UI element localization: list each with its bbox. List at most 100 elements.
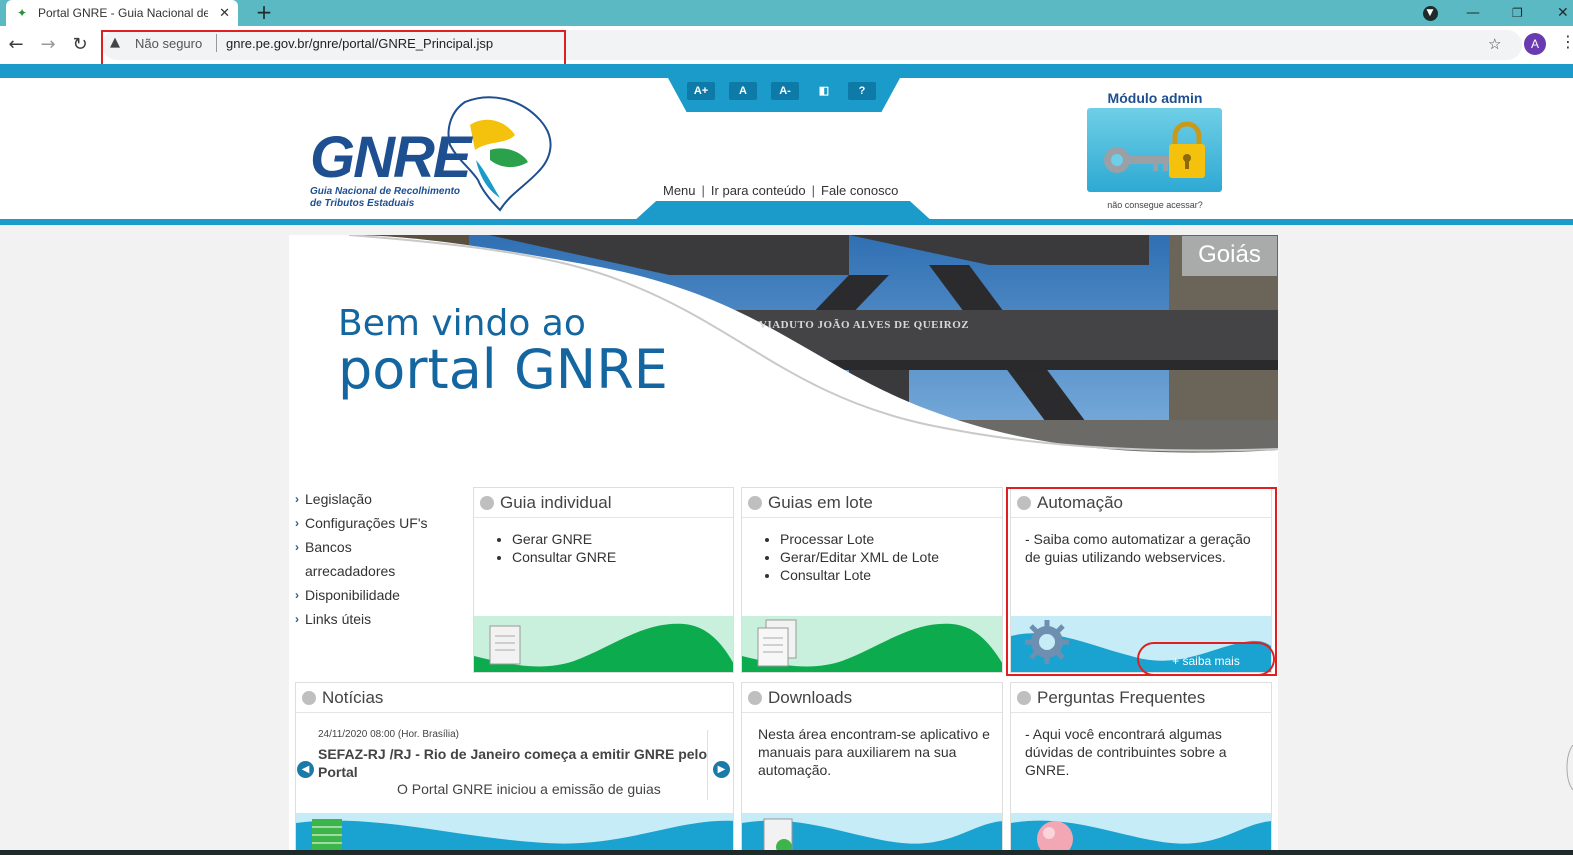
sidebar-menu: › Legislação › Configurações UF's › Bancos … [295,487,465,631]
green-wave [474,616,733,672]
sidebar-item-label: arrecadadores [305,563,396,579]
card-title: Guias em lote [768,492,873,512]
nav-separator: | [811,183,815,198]
card-title: Downloads [768,687,853,707]
sidebar-item-links[interactable]: › Links úteis [295,607,465,631]
sidebar-item-bancos[interactable]: › Bancos [295,535,465,559]
card-header: Guia individual [474,488,733,518]
state-label: Goiás [1182,236,1277,276]
header-top-strip [0,64,1573,78]
nav-contact-link[interactable]: Fale conosco [821,183,898,198]
card-header: Guias em lote [742,488,1002,518]
card-title: Perguntas Frequentes [1037,687,1206,707]
sidebar-item-configuracoes[interactable]: › Configurações UF's [295,511,465,535]
link-gerar-xml-lote[interactable]: Gerar/Editar XML de Lote [780,548,992,566]
card-header: Perguntas Frequentes [1011,683,1271,713]
news-summary: O Portal GNRE iniciou a emissão de guias [397,781,661,797]
link-processar-lote[interactable]: Processar Lote [780,530,992,548]
bullet-icon [748,690,762,705]
sidebar-item-label: Legislação [305,491,372,507]
sidebar-item-disponibilidade[interactable]: › Disponibilidade [295,583,465,607]
sidebar-item-legislacao[interactable]: › Legislação [295,487,465,511]
window-minimize-button[interactable]: — [1466,0,1480,26]
logo-subtitle-line2: de Tributos Estaduais [310,198,415,209]
profile-avatar[interactable]: A [1524,33,1546,55]
bookmark-star-icon[interactable]: ☆ [1488,35,1501,53]
forward-arrow-icon[interactable]: → [36,33,60,57]
chevron-right-icon: › [295,540,299,554]
card-footer [742,616,1002,672]
reload-icon[interactable]: ↻ [68,33,92,57]
contrast-icon[interactable]: ◧ [813,82,835,100]
news-date: 24/11/2020 08:00 (Hor. Brasília) [318,729,460,740]
chevron-right-icon: › [295,588,299,602]
help-button[interactable]: ? [848,82,876,100]
link-consultar-lote[interactable]: Consultar Lote [780,566,992,584]
back-arrow-icon[interactable]: ← [4,33,28,57]
card-body: Gerar GNRE Consultar GNRE [490,530,723,566]
card-footer [474,616,733,672]
blue-wave [296,813,733,855]
key-lock-icon [1104,121,1205,178]
font-decrease-button[interactable]: A- [771,82,799,100]
bullet-icon [302,690,316,705]
url-highlight-box [101,30,566,66]
card-body: - Aqui você encontrará algumas dúvidas d… [1025,726,1227,778]
gnre-logo[interactable]: GNRE Guia Nacional de Recolhimento de Tr… [300,90,560,215]
card-footer [296,813,733,855]
top-navigation: Menu | Ir para conteúdo | Fale conosco [663,183,898,198]
nav-content-link[interactable]: Ir para conteúdo [711,183,806,198]
chevron-right-icon: › [295,612,299,626]
font-increase-button[interactable]: A+ [687,82,715,100]
blue-wave [1011,813,1271,855]
card-header: Notícias [296,683,733,713]
news-prev-icon[interactable]: ◀ [297,761,314,778]
blue-wave [742,813,1002,855]
saiba-mais-button[interactable]: + saiba mais [1137,642,1275,676]
logo-subtitle-line1: Guia Nacional de Recolhimento [310,186,461,197]
admin-help-link[interactable]: não consegue acessar? [1090,200,1220,210]
sidebar-item-bancos-cont[interactable]: arrecadadores [295,559,465,583]
browser-tab[interactable]: ✦ Portal GNRE - Guia Nacional de Recolhi… [6,0,238,26]
news-next-icon[interactable]: ▶ [713,761,730,778]
card-footer [742,813,1002,855]
sidebar-item-label: Bancos [305,539,352,555]
nav-menu-link[interactable]: Menu [663,183,696,198]
chevron-down-icon: ▼ [1422,5,1438,21]
card-guias-lote: Guias em lote Processar Lote Gerar/Edita… [741,487,1003,673]
window-close-button[interactable]: ✕ [1557,0,1569,26]
sidebar-item-label: Disponibilidade [305,587,400,603]
card-header: Downloads [742,683,1002,713]
tab-title: Portal GNRE - Guia Nacional de Recolhime… [38,6,208,20]
logo-text: GNRE [310,125,472,190]
admin-module-title: Módulo admin [1107,90,1203,106]
card-perguntas-frequentes: Perguntas Frequentes - Aqui você encontr… [1010,682,1272,855]
card-body: Nesta área encontram-se aplicativo e man… [758,726,990,778]
sidebar-item-label: Configurações UF's [305,515,428,531]
news-headline[interactable]: SEFAZ-RJ /RJ - Rio de Janeiro começa a e… [318,745,708,781]
portal-heading: portal GNRE [338,338,668,401]
tab-search-button[interactable]: ▼ [1420,0,1440,26]
card-guia-individual: Guia individual Gerar GNRE Consultar GNR… [473,487,734,673]
link-gerar-gnre[interactable]: Gerar GNRE [512,530,723,548]
card-body: Processar Lote Gerar/Editar XML de Lote … [758,530,992,584]
bullet-icon [1017,690,1031,705]
card-footer [1011,813,1271,855]
admin-login-button[interactable] [1087,108,1222,192]
topnav-tab-shape [632,201,934,223]
browser-menu-icon[interactable]: ⋮ [1560,32,1573,51]
sidebar-item-label: Links úteis [305,611,372,627]
window-restore-button[interactable]: ❐ [1512,0,1523,26]
bullet-icon [480,495,494,510]
chevron-right-icon: › [295,516,299,530]
tab-close-icon[interactable]: ✕ [219,6,230,21]
scroll-indicator [1566,745,1573,790]
bullet-icon [748,495,762,510]
green-wave [742,616,1002,672]
new-tab-button[interactable]: + [252,1,276,25]
link-consultar-gnre[interactable]: Consultar GNRE [512,548,723,566]
logo-subtitle: Guia Nacional de Recolhimento de Tributo… [310,186,460,210]
chevron-right-icon: › [295,492,299,506]
news-divider [707,730,708,800]
font-normal-button[interactable]: A [729,82,757,100]
